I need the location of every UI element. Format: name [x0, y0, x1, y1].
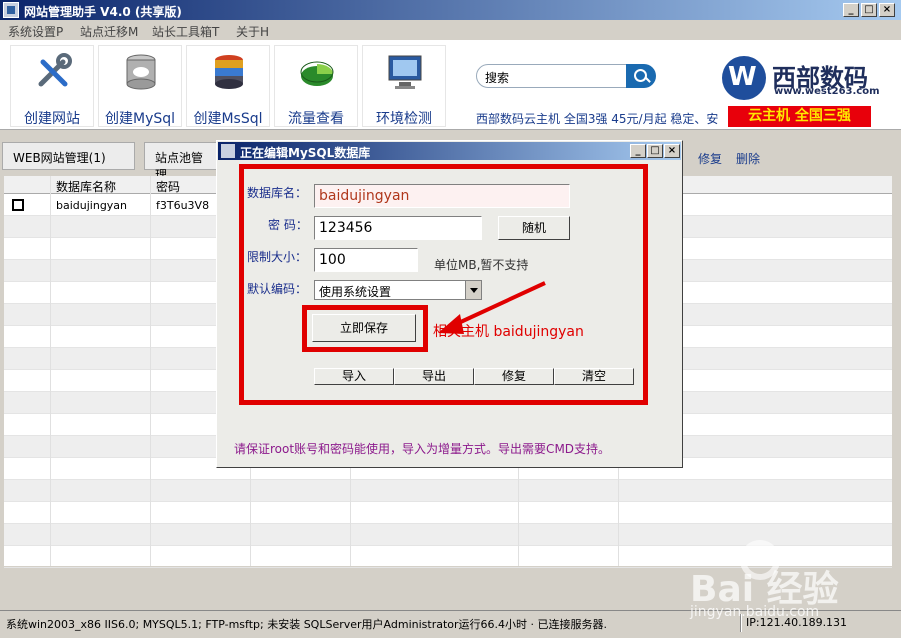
size-limit-label: 限制大小：: [247, 250, 308, 264]
db-name-cell: baidujingyan: [56, 199, 128, 212]
repair-button[interactable]: 修复: [474, 368, 554, 385]
save-now-button[interactable]: 立即保存: [312, 314, 416, 342]
window-titlebar: 网站管理助手 V4.0 (共享版) _ □ ×: [0, 0, 901, 20]
db-name-field[interactable]: baidujingyan: [314, 184, 570, 208]
west263-logo: 西部数码 www.west263.com: [722, 52, 882, 102]
app-icon: [3, 2, 19, 18]
menu-bar: 系统设置P 站点迁移M 站长工具箱T 关于H: [0, 20, 901, 40]
dialog-minimize-button[interactable]: _: [630, 144, 646, 158]
tools-icon: [38, 53, 72, 87]
import-button[interactable]: 导入: [314, 368, 394, 385]
tab-web-sites[interactable]: WEB网站管理(1): [2, 142, 135, 170]
monitor-icon: [388, 55, 422, 89]
export-button[interactable]: 导出: [394, 368, 474, 385]
repair-link[interactable]: 修复: [698, 150, 722, 167]
db-name-label: 数据库名：: [247, 186, 308, 200]
maximize-button[interactable]: □: [861, 3, 877, 17]
empty-row: [4, 502, 892, 524]
mysql-database-icon: [126, 54, 156, 90]
brand-url: www.west263.com: [774, 86, 880, 97]
size-limit-field[interactable]: 100: [314, 248, 418, 272]
grid-col-divider: [150, 176, 151, 566]
delete-link[interactable]: 删除: [736, 150, 760, 167]
header-password: 密码: [156, 180, 181, 194]
mssql-database-icon: [215, 55, 243, 89]
random-password-button[interactable]: 随机: [498, 216, 570, 240]
create-website-label: 创建网站: [24, 111, 80, 127]
close-button[interactable]: ×: [879, 3, 895, 17]
password-field[interactable]: 123456: [314, 216, 482, 240]
dialog-maximize-button[interactable]: □: [647, 144, 663, 158]
header-db-name: 数据库名称: [56, 180, 117, 194]
dialog-titlebar: 正在编辑MySQL数据库 _ □ ×: [218, 142, 681, 160]
promo-text[interactable]: 西部数码云主机 全国3强 45元/月起 稳定、安: [476, 110, 718, 127]
menu-about[interactable]: 关于H: [236, 23, 269, 40]
encoding-label: 默认编码：: [247, 282, 308, 296]
password-cell: f3T6u3V8: [156, 199, 210, 212]
status-system-info: 系统win2003_x86 IIS6.0; MYSQL5.1; FTP-msft…: [6, 618, 608, 631]
row-checkbox[interactable]: [12, 199, 24, 211]
search-box: 搜索: [476, 64, 656, 88]
traffic-chart-icon: [300, 61, 334, 86]
traffic-view-button[interactable]: 流量查看: [274, 45, 358, 127]
create-website-button[interactable]: 创建网站: [10, 45, 94, 127]
menu-site-migration[interactable]: 站点迁移M: [80, 23, 138, 40]
dialog-hint: 请保证root账号和密码能使用，导入为增量方式。导出需要CMD支持。: [234, 442, 611, 456]
search-icon[interactable]: [626, 64, 656, 88]
annotation-arrow-icon: [438, 281, 546, 334]
create-mysql-label: 创建MySql: [104, 111, 176, 127]
search-input[interactable]: 搜索: [476, 64, 628, 88]
menu-system-settings[interactable]: 系统设置P: [8, 23, 63, 40]
grid-col-divider: [50, 176, 51, 566]
create-mssql-label: 创建MsSql: [193, 111, 263, 127]
tab-site-pool[interactable]: 站点池管理: [144, 142, 224, 182]
minimize-button[interactable]: _: [843, 3, 859, 17]
menu-webmaster-tools[interactable]: 站长工具箱T: [152, 23, 219, 40]
password-label: 密 码：: [268, 218, 308, 232]
env-check-button[interactable]: 环境检测: [362, 45, 446, 127]
size-limit-note: 单位MB,暂不支持: [434, 258, 529, 272]
window-title: 网站管理助手 V4.0 (共享版): [24, 5, 182, 19]
env-check-label: 环境检测: [376, 111, 432, 127]
create-mysql-button[interactable]: 创建MySql: [98, 45, 182, 127]
logo-icon: [722, 56, 766, 100]
watermark-url: jingyan.baidu.com: [690, 604, 820, 620]
dialog-close-button[interactable]: ×: [664, 144, 680, 158]
promo-banner[interactable]: 云主机 全国三强: [728, 106, 871, 127]
empty-row: [4, 480, 892, 502]
dialog-app-icon: [221, 144, 235, 158]
baidu-jingyan-watermark: Bai 经验 jingyan.baidu.com: [690, 540, 880, 630]
encoding-selected: 使用系统设置: [319, 285, 392, 299]
clear-button[interactable]: 清空: [554, 368, 634, 385]
create-mssql-button[interactable]: 创建MsSql: [186, 45, 270, 127]
traffic-view-label: 流量查看: [288, 111, 344, 127]
dialog-title: 正在编辑MySQL数据库: [240, 146, 371, 160]
